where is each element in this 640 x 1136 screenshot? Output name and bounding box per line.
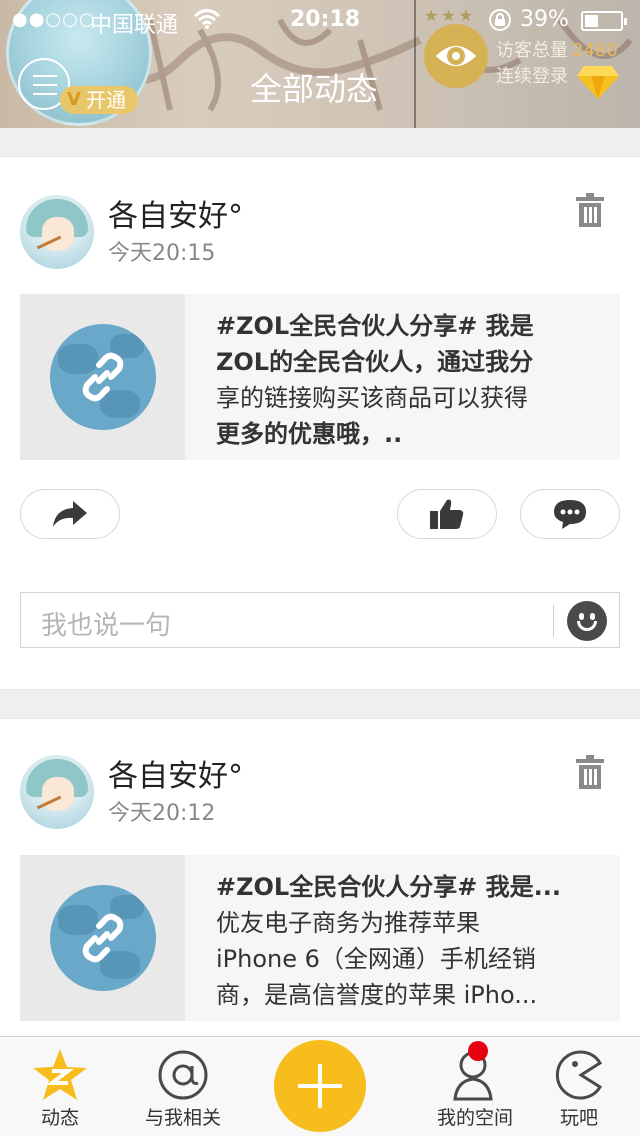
shared-link-card[interactable]: #ZOL全民合伙人分享# 我是 ZOL的全民合伙人，通过我分 享的链接购买该商品… xyxy=(20,294,620,460)
diamond-icon[interactable] xyxy=(576,64,620,100)
publish-plus-button[interactable] xyxy=(274,1040,366,1132)
share-line: ZOL的全民合伙人，通过我分 xyxy=(216,348,534,376)
share-line: 商，是高信誉度的苹果 iPho... xyxy=(216,981,538,1009)
share-line: 更多的优惠哦，.. xyxy=(216,420,403,448)
signal-strength: ●●○○○ xyxy=(12,9,96,30)
link-thumbnail xyxy=(20,855,185,1021)
qzone-star-icon xyxy=(33,1049,87,1100)
notification-dot xyxy=(468,1041,488,1061)
pacman-icon xyxy=(555,1050,603,1100)
link-thumbnail xyxy=(20,294,185,460)
page-title: 全部动态 xyxy=(250,70,379,108)
vip-open-label: 开通 xyxy=(86,88,126,112)
delete-icon[interactable] xyxy=(576,755,604,789)
rotation-lock-icon xyxy=(489,9,511,31)
delete-icon[interactable] xyxy=(576,193,604,227)
tab-label: 我的空间 xyxy=(436,1107,513,1129)
shared-link-text: #ZOL全民合伙人分享# 我是 ZOL的全民合伙人，通过我分 享的链接购买该商品… xyxy=(216,308,606,452)
share-line: iPhone 6（全网通）手机经销 xyxy=(216,945,536,973)
comment-bubble-icon xyxy=(554,500,586,529)
tab-dynamics[interactable]: 动态 xyxy=(5,1037,115,1136)
visitor-label: 访客总量 xyxy=(496,40,568,61)
post-time: 今天20:15 xyxy=(108,241,216,266)
globe-link-icon xyxy=(50,885,156,991)
status-bar: ●●○○○ 中国联通 20:18 39% xyxy=(0,0,640,40)
tab-label: 动态 xyxy=(40,1107,79,1129)
tab-play[interactable]: 玩吧 xyxy=(524,1037,634,1136)
share-line: 优友电子商务为推荐苹果 xyxy=(216,909,480,937)
author-avatar[interactable] xyxy=(20,755,94,829)
visitor-count: 2480 xyxy=(572,40,618,61)
comment-input[interactable]: 我也说一句 xyxy=(20,592,620,648)
post-time: 今天20:12 xyxy=(108,801,216,826)
emoji-icon[interactable] xyxy=(567,601,607,641)
author-avatar[interactable] xyxy=(20,195,94,269)
share-line: 享的链接购买该商品可以获得 xyxy=(216,384,528,412)
shared-link-text: #ZOL全民合伙人分享# 我是... 优友电子商务为推荐苹果 iPhone 6（… xyxy=(216,869,606,1013)
wifi-icon xyxy=(194,9,220,29)
feed-post: 各自安好° 今天20:12 #ZOL全民合伙人分享# 我是... 优友电子商务为… xyxy=(0,718,640,1048)
feed-post: 各自安好° 今天20:15 #ZOL全民合伙人分享# 我是 ZOL的全民合伙人，… xyxy=(0,156,640,690)
battery-icon xyxy=(581,11,627,31)
comment-placeholder: 我也说一句 xyxy=(41,611,172,641)
header-banner: V 开通 全部动态 ★★★ 访客总量 2480 连续登录 ●●○○○ 中国联通 2… xyxy=(0,0,640,128)
forward-button[interactable] xyxy=(20,489,120,539)
tab-label: 玩吧 xyxy=(559,1107,598,1129)
thumbs-up-icon xyxy=(430,499,464,529)
vip-open-button[interactable]: V 开通 xyxy=(60,86,138,114)
carrier-name: 中国联通 xyxy=(90,13,179,38)
comment-button[interactable] xyxy=(520,489,620,539)
tab-mentions[interactable]: 与我相关 xyxy=(128,1037,238,1136)
forward-icon xyxy=(53,501,87,527)
shared-link-card[interactable]: #ZOL全民合伙人分享# 我是... 优友电子商务为推荐苹果 iPhone 6（… xyxy=(20,855,620,1021)
login-streak-label: 连续登录 xyxy=(496,66,568,87)
share-line: #ZOL全民合伙人分享# 我是... xyxy=(216,873,562,901)
author-name[interactable]: 各自安好° xyxy=(108,751,243,795)
input-separator xyxy=(553,605,554,637)
clock: 20:18 xyxy=(290,7,361,32)
battery-percentage: 39% xyxy=(520,7,569,32)
vip-badge-icon: V xyxy=(67,89,81,110)
tab-label: 与我相关 xyxy=(144,1107,221,1129)
at-icon xyxy=(158,1050,208,1100)
share-line: #ZOL全民合伙人分享# 我是 xyxy=(216,312,534,340)
globe-link-icon xyxy=(50,324,156,430)
author-name[interactable]: 各自安好° xyxy=(108,191,243,235)
like-button[interactable] xyxy=(397,489,497,539)
